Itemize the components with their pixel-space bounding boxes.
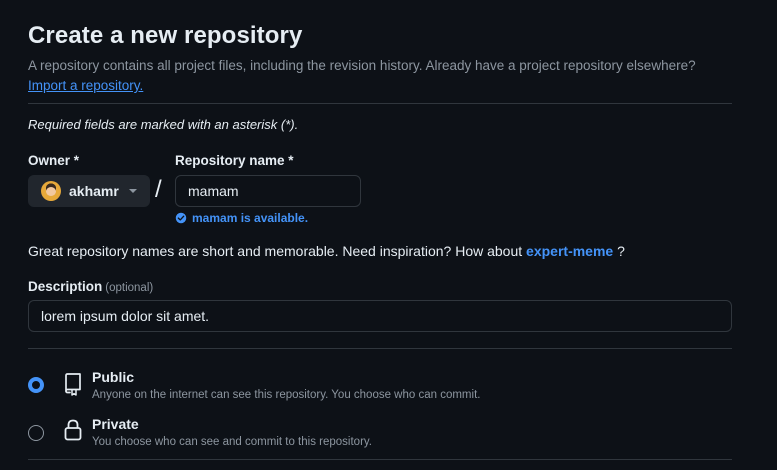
header-divider (28, 103, 732, 104)
required-fields-note: Required fields are marked with an aster… (28, 117, 299, 132)
public-radio[interactable] (28, 377, 44, 393)
repo-name-input[interactable] (175, 175, 361, 207)
check-circle-icon (175, 212, 187, 224)
lock-icon (64, 419, 82, 441)
suggested-name-link[interactable]: expert-meme (526, 243, 613, 259)
owner-repo-separator: / (155, 176, 162, 203)
visibility-divider (28, 459, 732, 460)
name-inspiration: Great repository names are short and mem… (28, 243, 625, 259)
chevron-down-icon (128, 189, 137, 193)
optional-hint: (optional) (105, 282, 154, 294)
public-description: Anyone on the internet can see this repo… (92, 389, 481, 401)
description-input[interactable] (28, 300, 732, 332)
import-repository-link[interactable]: Import a repository. (28, 78, 143, 93)
page-subtitle: A repository contains all project files,… (28, 58, 696, 73)
description-label: Description (optional) (28, 279, 153, 294)
private-radio[interactable] (28, 425, 44, 441)
private-title: Private (92, 416, 139, 432)
page-title: Create a new repository (28, 22, 303, 49)
owner-dropdown[interactable]: akhamr (28, 175, 150, 207)
owner-label: Owner * (28, 153, 80, 168)
repo-name-label: Repository name * (175, 153, 294, 168)
owner-name: akhamr (69, 183, 119, 199)
description-divider (28, 348, 732, 349)
avatar (41, 181, 61, 201)
new-repository-page: Create a new repository A repository con… (0, 0, 777, 470)
public-title: Public (92, 369, 135, 385)
availability-message: mamam is available. (175, 211, 308, 225)
private-description: You choose who can see and commit to thi… (92, 436, 372, 448)
description-label-text: Description (28, 279, 103, 294)
inspiration-suffix: ? (617, 243, 625, 259)
availability-text: mamam is available. (192, 211, 309, 225)
inspiration-text: Great repository names are short and mem… (28, 243, 523, 259)
repo-icon (65, 373, 81, 396)
